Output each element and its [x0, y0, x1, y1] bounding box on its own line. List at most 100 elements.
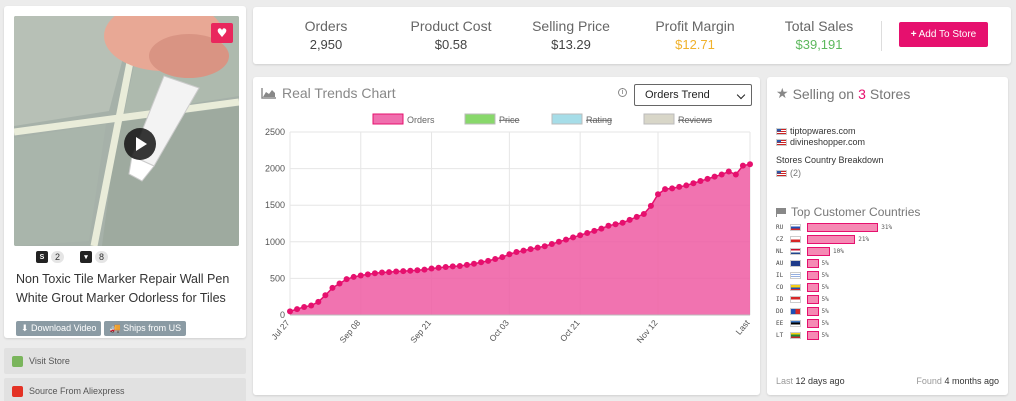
stores-panel: ★ Selling on 3 Stores tiptopwares.com di… — [767, 77, 1008, 395]
orders-point — [655, 191, 661, 198]
x-tick-label: Jul 27 — [269, 318, 291, 342]
orders-point — [605, 222, 612, 229]
orders-point — [640, 210, 647, 217]
orders-point — [315, 298, 322, 305]
country-bar — [807, 306, 819, 316]
stores-title: ★ Selling on 3 Stores — [776, 86, 910, 102]
orders-point — [633, 213, 640, 220]
orders-point — [739, 162, 746, 169]
country-percent: 21% — [858, 235, 870, 243]
total-sales-value: $39,191 — [795, 37, 843, 52]
orders-point — [577, 232, 584, 239]
badge-row: S 2 ▾ 8 — [36, 251, 109, 263]
orders-point — [690, 180, 697, 187]
orders-point — [287, 308, 293, 315]
store-link[interactable]: divineshopper.com — [776, 137, 865, 147]
orders-point — [612, 221, 619, 228]
country-code: CZ — [776, 235, 784, 243]
country-bar — [807, 282, 819, 292]
last-value: 12 days ago — [795, 376, 845, 386]
country-percent: 5% — [821, 259, 829, 267]
product-title: Non Toxic Tile Marker Repair Wall Pen Wh… — [16, 272, 230, 305]
orders-point — [584, 230, 591, 237]
country-flag-icon — [790, 247, 801, 255]
country-row: NL 10% — [776, 246, 844, 256]
orders-point — [364, 271, 371, 278]
shopify-bag-icon: S — [36, 251, 48, 263]
plus-icon: + — [910, 29, 917, 40]
product-image[interactable] — [14, 16, 239, 246]
country-bar — [807, 222, 879, 232]
store-link[interactable]: tiptopwares.com — [776, 126, 856, 136]
store-domain: tiptopwares.com — [790, 126, 856, 136]
orders-point — [294, 306, 301, 313]
country-percent: 5% — [821, 331, 829, 339]
visit-store-button[interactable]: Visit Store — [4, 348, 246, 374]
country-row: ID 5% — [776, 294, 829, 304]
play-video-button[interactable] — [124, 128, 156, 160]
orders-point — [732, 171, 739, 178]
country-breakdown-label: Stores Country Breakdown — [776, 155, 884, 165]
orders-point — [513, 249, 520, 256]
orders-label: Orders — [304, 18, 348, 34]
legend-label: Orders — [407, 115, 435, 125]
source-aliexpress-button[interactable]: Source From Aliexpress — [4, 378, 246, 401]
add-to-store-button[interactable]: + Add To Store — [899, 22, 988, 47]
country-bar — [807, 258, 819, 268]
stat-product-cost: Product Cost $0.58 — [391, 18, 511, 52]
country-flag-icon — [790, 235, 801, 243]
country-row: LT 5% — [776, 330, 829, 340]
orders-point — [478, 259, 485, 266]
visit-store-label: Visit Store — [29, 356, 70, 366]
country-code: DO — [776, 307, 784, 315]
country-percent: 10% — [833, 247, 844, 255]
shopify-badge: S 2 — [36, 251, 65, 263]
source-aliexpress-label: Source From Aliexpress — [29, 386, 125, 396]
country-code: NL — [776, 247, 784, 255]
orders-point — [541, 243, 548, 250]
orders-point — [548, 240, 555, 247]
orders-point — [711, 173, 718, 180]
country-code: RU — [776, 223, 784, 231]
y-tick-label: 2500 — [265, 127, 285, 137]
orders-point — [379, 269, 385, 276]
stores-title-prefix: Selling on — [792, 86, 855, 102]
profit-margin-value: $12.71 — [675, 37, 715, 52]
total-sales-label: Total Sales — [784, 18, 854, 34]
product-cost-label: Product Cost — [410, 18, 492, 34]
orders-point — [676, 183, 683, 190]
stat-profit-margin: Profit Margin $12.71 — [635, 18, 755, 52]
x-tick-label: Oct 03 — [487, 318, 511, 344]
orders-point — [499, 254, 506, 261]
orders-point — [725, 168, 732, 175]
orders-point — [591, 227, 598, 234]
orders-point — [598, 225, 605, 232]
country-breakdown-item: (2) — [776, 168, 801, 178]
orders-point — [421, 266, 428, 273]
top-countries-title-text: Top Customer Countries — [791, 205, 921, 219]
orders-point — [570, 234, 577, 241]
us-flag-icon — [776, 138, 787, 146]
country-flag-icon — [790, 271, 801, 279]
stat-total-sales: Total Sales $39,191 — [759, 18, 879, 52]
favorite-heart-icon[interactable]: ♥ — [211, 23, 233, 43]
country-code: LT — [776, 331, 784, 339]
x-tick-label: Last — [734, 317, 752, 336]
orders-point — [626, 216, 633, 223]
x-tick-label: Sep 21 — [408, 318, 433, 345]
orders-point — [471, 260, 477, 267]
country-flag-icon — [790, 319, 801, 327]
found-value: 4 months ago — [944, 376, 999, 386]
orders-point — [747, 161, 753, 168]
aliexpress-icon — [12, 385, 23, 397]
orders-point — [308, 302, 315, 309]
stats-bar: Orders 2,950 Product Cost $0.58 Selling … — [253, 7, 1011, 64]
add-to-store-label: Add To Store — [918, 29, 977, 40]
star-icon: ★ — [776, 86, 789, 102]
orders-point — [428, 265, 435, 272]
download-video-tag[interactable]: ⬇ Download Video — [16, 321, 102, 336]
store-count: 8 — [95, 251, 109, 263]
country-code: ID — [776, 295, 784, 303]
shopify-count: 2 — [51, 251, 65, 263]
orders-point — [492, 256, 499, 263]
